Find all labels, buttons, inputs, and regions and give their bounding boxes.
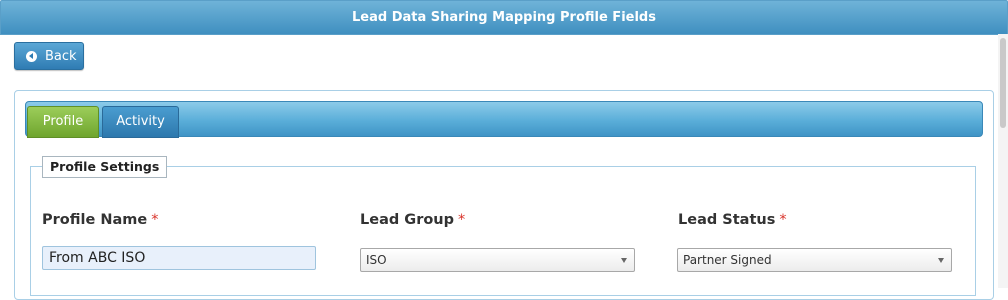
tab-profile-label: Profile <box>42 114 84 129</box>
lead-status-select[interactable]: Partner Signed <box>677 248 952 272</box>
lead-group-selected: ISO <box>366 253 387 267</box>
required-marker: * <box>151 212 159 228</box>
scrollbar-thumb[interactable] <box>1000 38 1006 128</box>
lead-status-selected: Partner Signed <box>683 253 772 267</box>
lead-group-select[interactable]: ISO <box>360 248 635 272</box>
back-button-label: Back <box>45 48 77 64</box>
back-arrow-icon <box>26 50 37 62</box>
lead-group-label: Lead Group * <box>360 212 465 228</box>
lead-status-label: Lead Status * <box>678 212 787 228</box>
lead-group-label-text: Lead Group <box>360 212 455 228</box>
required-marker: * <box>779 212 787 228</box>
profile-settings-legend: Profile Settings <box>42 156 168 178</box>
lead-status-label-text: Lead Status <box>678 212 776 228</box>
back-button[interactable]: Back <box>14 42 84 70</box>
tab-activity-label: Activity <box>116 114 165 129</box>
tab-strip: Profile Activity <box>25 101 983 138</box>
profile-name-label: Profile Name * <box>42 212 158 228</box>
chevron-down-icon <box>938 258 944 263</box>
profile-name-input[interactable] <box>42 246 316 270</box>
profile-settings-fieldset <box>30 166 976 296</box>
page-scrollbar[interactable] <box>998 34 1008 288</box>
tab-activity[interactable]: Activity <box>102 106 179 138</box>
page-title: Lead Data Sharing Mapping Profile Fields <box>352 10 656 25</box>
page-title-bar: Lead Data Sharing Mapping Profile Fields <box>0 0 1008 35</box>
profile-name-label-text: Profile Name <box>42 212 148 228</box>
required-marker: * <box>458 212 466 228</box>
chevron-down-icon <box>621 258 627 263</box>
tab-profile[interactable]: Profile <box>27 106 99 138</box>
